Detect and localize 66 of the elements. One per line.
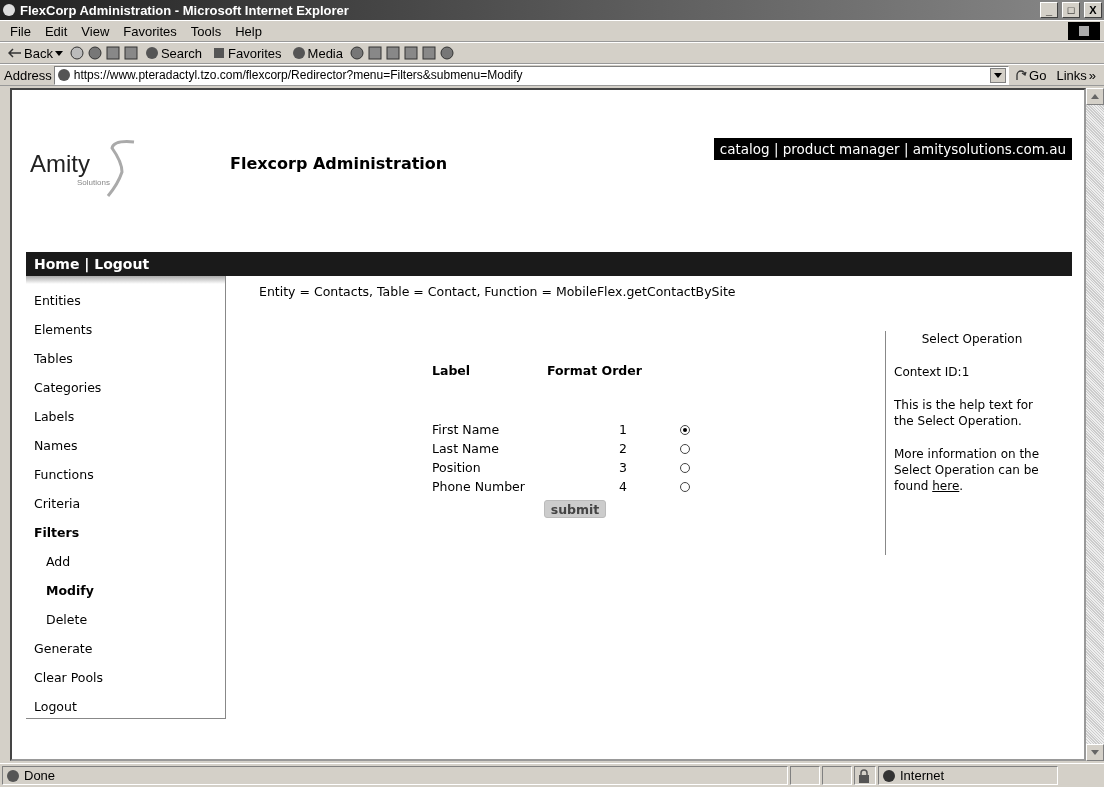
zone-indicator: Internet bbox=[878, 766, 1058, 785]
menu-item[interactable]: Help bbox=[229, 23, 268, 39]
top-links[interactable]: catalog | product manager | amitysolutions.com.au bbox=[713, 138, 1072, 160]
scroll-down-icon bbox=[1091, 750, 1099, 755]
sidebar-link[interactable]: Modify bbox=[26, 576, 225, 605]
table-cell: First Name bbox=[432, 422, 500, 437]
back-button[interactable]: Back bbox=[4, 45, 67, 61]
menu-item[interactable]: File bbox=[4, 23, 37, 39]
sidebar-link[interactable]: Functions bbox=[26, 460, 225, 489]
window-control-button[interactable]: _ bbox=[1040, 2, 1058, 18]
context-id: Context ID:1 bbox=[894, 364, 971, 380]
links-button[interactable]: Links» bbox=[1052, 67, 1100, 83]
help-more-text: More information on the Select Operation can be found here. bbox=[894, 446, 1041, 494]
column-header: Label bbox=[432, 363, 472, 380]
scrollbar[interactable] bbox=[1086, 88, 1104, 761]
menu-item[interactable]: View bbox=[75, 23, 116, 39]
window-title: FlexCorp Administration - Microsoft Internet Explorer bbox=[20, 2, 350, 18]
sidebar-link[interactable]: Elements bbox=[26, 315, 225, 344]
sidebar-link[interactable]: Tables bbox=[26, 344, 225, 373]
menu-item[interactable]: Tools bbox=[184, 23, 228, 39]
address-field[interactable]: https://www.pteradactyl.tzo.com/flexcorp/Redirector?menu=Filters&submenu=Modify bbox=[53, 65, 1010, 85]
sidebar-link[interactable]: Labels bbox=[26, 402, 225, 431]
context-text: Entity = Contacts, Table = Contact, Function = MobileFlex.getContactBySite bbox=[259, 284, 737, 299]
table-cell: Phone Number bbox=[432, 479, 525, 494]
menu-item[interactable]: Edit bbox=[38, 23, 74, 39]
lock-icon bbox=[858, 768, 870, 783]
sidebar-link[interactable]: Delete bbox=[26, 605, 225, 634]
logo: Amity Solutions bbox=[30, 138, 134, 198]
sidebar-link[interactable]: Clear Pools bbox=[26, 663, 225, 692]
column-header: Format Order bbox=[547, 363, 643, 380]
status-pane bbox=[822, 766, 852, 785]
media-button[interactable]: Media bbox=[287, 45, 347, 61]
sidebar-link[interactable]: Filters bbox=[26, 518, 225, 547]
caret-icon bbox=[54, 50, 63, 56]
table-cell: Last Name bbox=[432, 441, 499, 456]
table-cell: 2 bbox=[619, 441, 627, 456]
sidebar-link[interactable]: Entities bbox=[26, 286, 225, 315]
window-control-button[interactable]: X bbox=[1084, 2, 1102, 18]
sidebar-link[interactable]: Criteria bbox=[26, 489, 225, 518]
nav-links[interactable]: Home | Logout bbox=[34, 256, 150, 272]
menu-item[interactable]: Favorites bbox=[117, 23, 183, 39]
caret-icon bbox=[994, 72, 1003, 78]
window-control-button[interactable]: □ bbox=[1062, 2, 1080, 18]
back-arrow-icon bbox=[8, 48, 22, 58]
go-arrow-icon bbox=[1015, 69, 1028, 81]
table-cell: 4 bbox=[619, 479, 627, 494]
table-cell: Position bbox=[432, 460, 481, 475]
dropdown-button[interactable] bbox=[990, 67, 1007, 83]
status-pane bbox=[790, 766, 820, 785]
help-title: Select Operation bbox=[920, 331, 1024, 347]
search-button[interactable]: Search bbox=[140, 45, 207, 61]
table-cell: 1 bbox=[619, 422, 627, 437]
sidebar-link[interactable]: Generate bbox=[26, 634, 225, 663]
table-cell: 3 bbox=[619, 460, 627, 475]
page-title: Flexcorp Administration bbox=[230, 154, 448, 173]
scroll-up-icon bbox=[1091, 94, 1099, 99]
address-label: Address bbox=[4, 67, 52, 83]
sidebar-link[interactable]: Logout bbox=[26, 692, 225, 721]
sidebar-link[interactable]: Categories bbox=[26, 373, 225, 402]
submit-button[interactable]: submit bbox=[544, 500, 606, 518]
help-text: This is the help text for the Select Operation. bbox=[894, 397, 1034, 429]
favorites-button[interactable]: Favorites bbox=[208, 45, 286, 61]
status-text: Done bbox=[2, 766, 788, 785]
sidebar-link[interactable]: Add bbox=[26, 547, 225, 576]
sidebar-link[interactable]: Names bbox=[26, 431, 225, 460]
go-button[interactable]: Go bbox=[1011, 67, 1051, 83]
